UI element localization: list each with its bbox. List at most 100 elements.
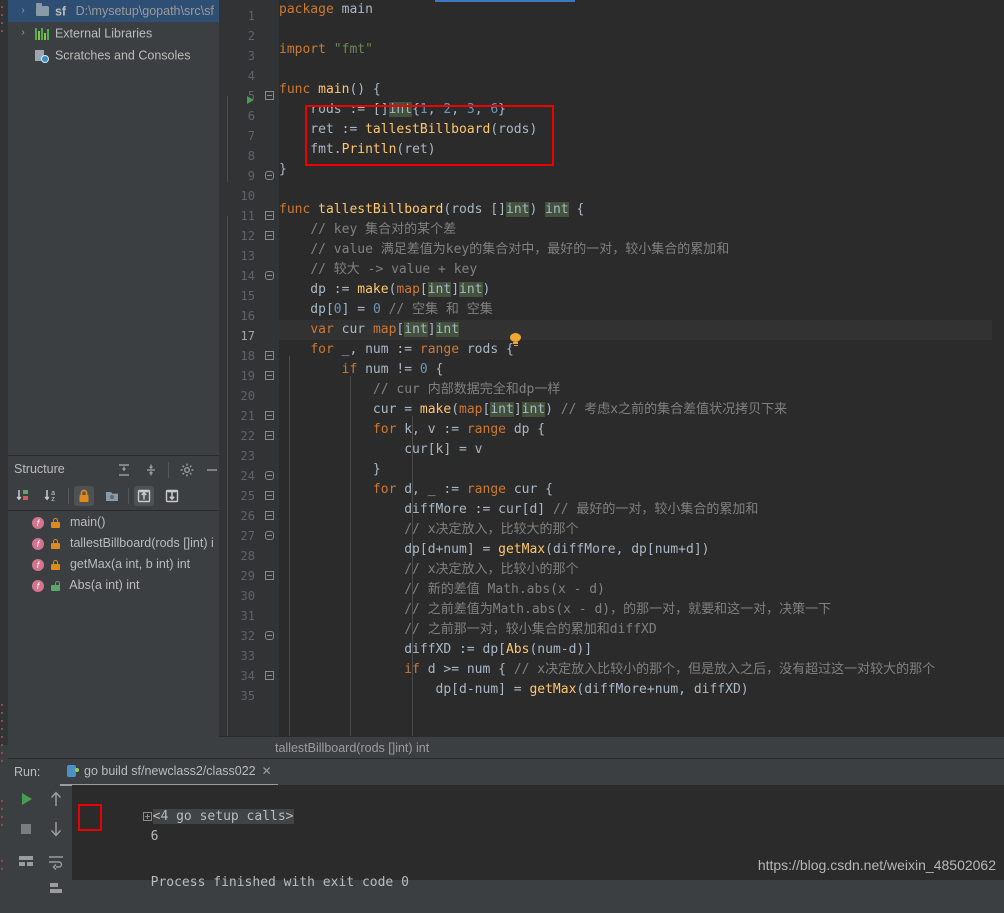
line-number: 20 [240, 389, 255, 403]
structure-item-label: tallestBillboard(rods []int) i [69, 536, 214, 550]
chevron-right-icon[interactable]: › [16, 22, 30, 44]
code-line[interactable]: fmt.Println(ret) [279, 140, 1004, 160]
code-line[interactable]: cur = make(map[int]int) // 考虑x之前的集合差值状况拷… [279, 400, 1004, 420]
down-stack-button[interactable] [44, 817, 68, 841]
fold-toggle-icon[interactable] [265, 571, 274, 580]
structure-item-tallestBillboard[interactable]: f tallestBillboard(rods []int) i [8, 533, 219, 554]
code-line[interactable]: func tallestBillboard(rods []int) int { [279, 200, 1004, 220]
code-text[interactable]: package main import "fmt" func main() { … [279, 0, 1004, 736]
structure-item-Abs[interactable]: f Abs(a int) int [8, 575, 219, 596]
sort-by-visibility-icon[interactable] [14, 486, 34, 506]
line-number: 24 [240, 469, 255, 483]
code-line[interactable]: // x决定放入，比较小的那个 [279, 560, 1004, 580]
fold-toggle-icon[interactable] [265, 631, 274, 640]
chevron-right-icon[interactable]: › [16, 0, 30, 22]
code-line[interactable]: for _, num := range rods { [279, 340, 1004, 360]
line-number: 21 [240, 409, 255, 423]
code-line[interactable]: dp := make(map[int]int) [279, 280, 1004, 300]
fold-toggle-icon[interactable] [265, 491, 274, 500]
indent-guide [227, 96, 228, 182]
code-line[interactable]: } [279, 160, 1004, 180]
code-line[interactable]: import "fmt" [279, 40, 1004, 60]
code-line[interactable]: package main [279, 0, 1004, 20]
editor-fold-column[interactable] [261, 0, 279, 736]
code-line[interactable]: diffMore := cur[d] // 最好的一对，较小集合的累加和 [279, 500, 1004, 520]
fold-toggle-icon[interactable] [265, 471, 274, 480]
intention-bulb-icon[interactable] [510, 333, 521, 346]
code-line[interactable]: dp[0] = 0 // 空集 和 空集 [279, 300, 1004, 320]
code-line[interactable]: // key 集合对的某个差 [279, 220, 1004, 240]
print-button[interactable] [14, 849, 38, 873]
code-line[interactable]: diffXD := dp[Abs(num-d)] [279, 640, 1004, 660]
code-line[interactable]: if d >= num { // x决定放入比较小的那个，但是放入之后，没有超过… [279, 660, 1004, 680]
show-inherited-icon[interactable] [134, 486, 154, 506]
fold-toggle-icon[interactable] [265, 271, 274, 280]
close-icon[interactable]: ✕ [262, 759, 272, 784]
code-line[interactable]: // cur 内部数据完全和dp一样 [279, 380, 1004, 400]
fold-toggle-icon[interactable] [265, 91, 274, 100]
gear-icon[interactable] [179, 461, 195, 477]
structure-toolbar: az [8, 482, 219, 511]
fold-toggle-icon[interactable] [265, 211, 274, 220]
group-by-file-icon[interactable] [102, 486, 122, 506]
code-line[interactable]: for d, _ := range cur { [279, 480, 1004, 500]
rerun-button[interactable] [14, 787, 38, 811]
fold-toggle-icon[interactable] [265, 411, 274, 420]
code-line[interactable]: // x决定放入，比较大的那个 [279, 520, 1004, 540]
tree-item-scratches-and-consoles[interactable]: Scratches and Consoles [8, 44, 219, 66]
fold-toggle-icon[interactable] [265, 511, 274, 520]
expand-all-icon[interactable] [116, 461, 132, 477]
fold-toggle-icon[interactable] [265, 351, 274, 360]
console-line-text: <4 go setup calls> [152, 809, 294, 824]
structure-item-getMax[interactable]: f getMax(a int, b int) int [8, 554, 219, 575]
editor-gutter[interactable]: 1 2 3 4 5 6 7 8 9 10 11 12 13 14 15 16 17 18 19 20 21 22 23 24 2… [219, 0, 261, 736]
code-line[interactable]: func main() { [279, 80, 1004, 100]
code-line[interactable] [279, 180, 1004, 200]
soft-wrap-button[interactable] [44, 849, 68, 873]
code-line[interactable]: // value 满足差值为key的集合对中，最好的一对，较小集合的累加和 [279, 240, 1004, 260]
hide-icon[interactable] [204, 461, 220, 477]
code-line[interactable]: if num != 0 { [279, 360, 1004, 380]
tree-item-sf[interactable]: › sf D:\mysetup\gopath\src\sf [8, 0, 219, 22]
fold-toggle-icon[interactable] [265, 671, 274, 680]
sort-alphabetically-icon[interactable]: az [42, 486, 62, 506]
code-line[interactable]: for k, v := range dp { [279, 420, 1004, 440]
editor-vertical-scrollbar[interactable] [992, 0, 1004, 736]
scroll-to-end-button[interactable] [44, 877, 68, 901]
code-line[interactable] [279, 60, 1004, 80]
tree-item-external-libraries[interactable]: › External Libraries [8, 22, 219, 44]
line-number: 23 [240, 449, 255, 463]
code-line[interactable]: ret := tallestBillboard(rods) [279, 120, 1004, 140]
code-line[interactable]: // 之前差值为Math.abs(x - d)，的那一对，就要和这一对，决策一下 [279, 600, 1004, 620]
fold-toggle-icon[interactable] [265, 531, 274, 540]
line-number: 19 [240, 369, 255, 383]
line-number: 27 [240, 529, 255, 543]
structure-item-main[interactable]: f main() [8, 512, 219, 533]
code-editor[interactable]: 1 2 3 4 5 6 7 8 9 10 11 12 13 14 15 16 17 18 19 20 21 22 23 24 2… [219, 0, 1004, 736]
code-line[interactable]: } [279, 460, 1004, 480]
code-line[interactable]: // 之前那一对，较小集合的累加和diffXD [279, 620, 1004, 640]
code-line[interactable] [279, 20, 1004, 40]
run-gutter-icon[interactable] [247, 95, 254, 104]
run-tab[interactable]: go build sf/newclass2/class022 ✕ [60, 759, 278, 786]
code-line[interactable]: dp[d+num] = getMax(diffMore, dp[num+d]) [279, 540, 1004, 560]
code-line[interactable]: // 较大 -> value + key [279, 260, 1004, 280]
stop-button[interactable] [14, 817, 38, 841]
code-line[interactable]: cur[k] = v [279, 440, 1004, 460]
show-imported-icon[interactable] [162, 486, 182, 506]
collapse-all-icon[interactable] [143, 461, 159, 477]
fold-toggle-icon[interactable] [265, 231, 274, 240]
code-line[interactable]: var cur map[int]int [279, 320, 1004, 340]
show-non-public-icon[interactable] [74, 486, 94, 506]
code-line[interactable]: rods := []int{1, 2, 3, 6} [279, 100, 1004, 120]
fold-toggle-icon[interactable] [265, 171, 274, 180]
line-number: 25 [240, 489, 255, 503]
breadcrumb[interactable]: tallestBillboard(rods []int) int [219, 736, 1004, 758]
fold-toggle-icon[interactable] [265, 431, 274, 440]
up-stack-button[interactable] [44, 787, 68, 811]
code-line[interactable]: dp[d-num] = getMax(diffMore+num, diffXD) [279, 680, 1004, 700]
fold-toggle-icon[interactable] [265, 371, 274, 380]
code-line[interactable]: // 新的差值 Math.abs(x - d) [279, 580, 1004, 600]
structure-list: f main() f tallestBillboard(rods []int) … [8, 512, 219, 746]
line-number: 7 [247, 129, 255, 143]
